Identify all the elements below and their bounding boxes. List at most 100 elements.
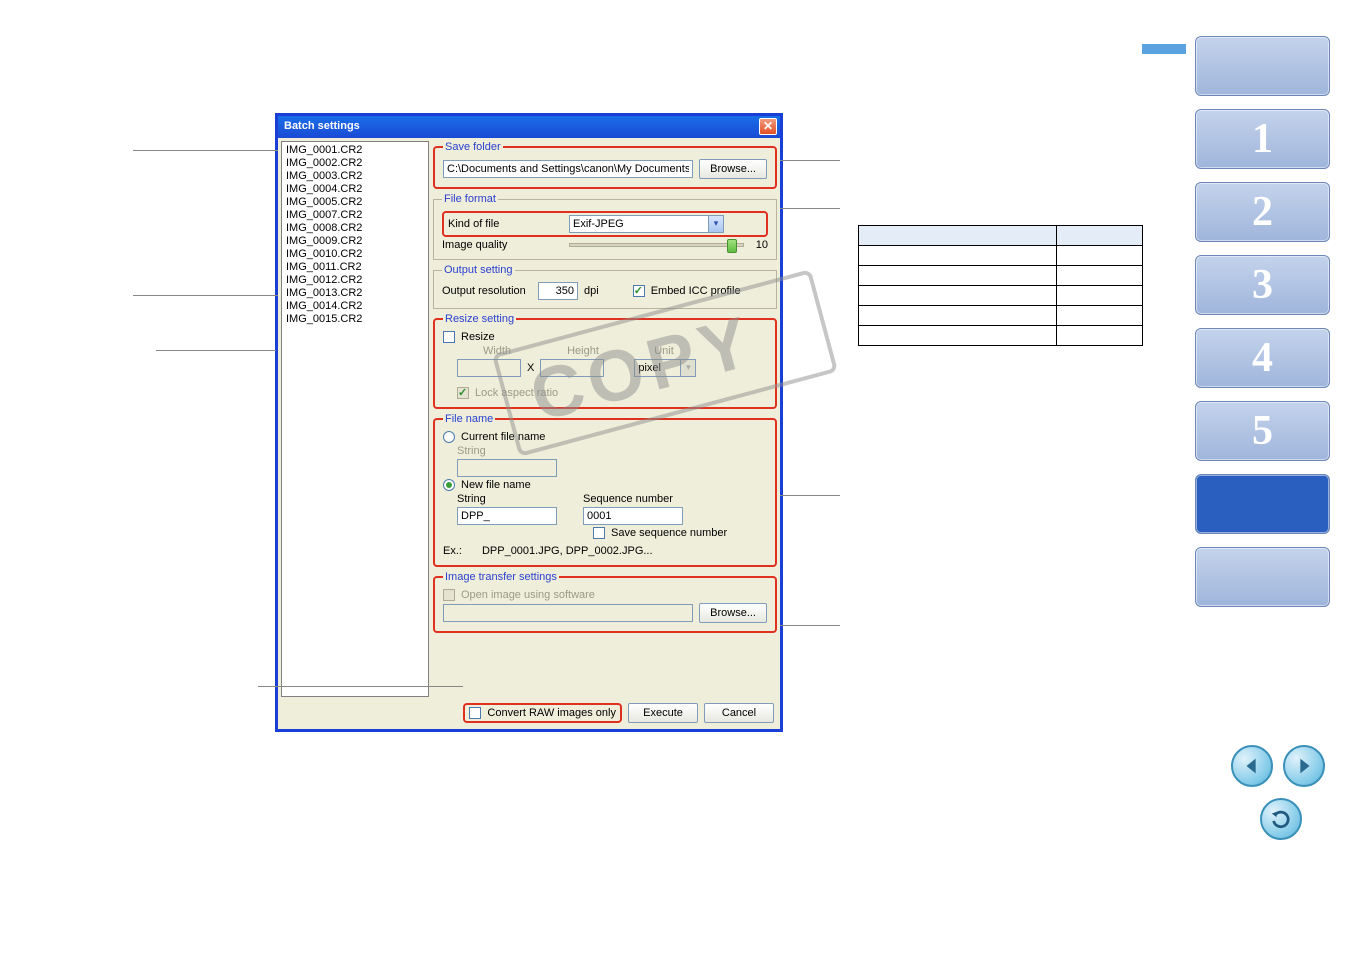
height-label: Height (543, 345, 623, 357)
software-path-input (443, 604, 693, 622)
file-list-item[interactable]: IMG_0013.CR2 (286, 287, 424, 300)
resize-checkbox[interactable] (443, 331, 455, 343)
execute-button[interactable]: Execute (628, 703, 698, 723)
x-label: X (527, 362, 534, 374)
example-value: DPP_0001.JPG, DPP_0002.JPG... (482, 545, 653, 557)
save-sequence-label: Save sequence number (611, 527, 727, 539)
prev-page-button[interactable] (1231, 745, 1273, 787)
width-label: Width (457, 345, 537, 357)
file-name-group: File name Current file name String New f… (433, 413, 777, 567)
file-list-item[interactable]: IMG_0009.CR2 (286, 235, 424, 248)
chapter-3-button[interactable]: 3 (1195, 255, 1330, 315)
file-format-group: File format Kind of file Exif-JPEG ▾ Ima… (433, 193, 777, 260)
lock-aspect-checkbox (457, 387, 469, 399)
image-transfer-legend: Image transfer settings (443, 571, 559, 583)
chapter-blank-button[interactable] (1195, 547, 1330, 607)
kind-of-file-label: Kind of file (448, 218, 563, 230)
file-list[interactable]: IMG_0001.CR2IMG_0002.CR2IMG_0003.CR2IMG_… (281, 141, 429, 697)
file-list-item[interactable]: IMG_0007.CR2 (286, 209, 424, 222)
leader-line (156, 350, 276, 351)
file-list-item[interactable]: IMG_0002.CR2 (286, 157, 424, 170)
image-quality-value: 10 (756, 239, 768, 251)
page-nav (1231, 745, 1325, 787)
browse-software-button[interactable]: Browse... (699, 603, 767, 623)
resize-setting-legend: Resize setting (443, 313, 516, 325)
file-list-item[interactable]: IMG_0010.CR2 (286, 248, 424, 261)
convert-raw-only-label: Convert RAW images only (487, 707, 616, 719)
file-list-item[interactable]: IMG_0001.CR2 (286, 144, 424, 157)
new-file-name-label: New file name (461, 479, 531, 491)
leader-line (780, 495, 840, 496)
file-list-item[interactable]: IMG_0014.CR2 (286, 300, 424, 313)
chapter-1-button[interactable]: 1 (1195, 109, 1330, 169)
leader-line (780, 160, 840, 161)
sequence-number-input[interactable] (583, 507, 683, 525)
dialog-title: Batch settings (284, 120, 360, 132)
leader-line (133, 295, 278, 296)
close-icon[interactable]: ✕ (759, 118, 777, 135)
image-quality-label: Image quality (442, 239, 557, 251)
sequence-number-label: Sequence number (583, 493, 673, 505)
current-file-name-label: Current file name (461, 431, 545, 443)
chevron-down-icon: ▾ (680, 360, 695, 376)
current-string-input (457, 459, 557, 477)
chapter-4-button[interactable]: 4 (1195, 328, 1330, 388)
chevron-down-icon: ▾ (708, 216, 723, 232)
callout-table (858, 225, 1143, 346)
unit-select: pixel ▾ (634, 359, 696, 377)
chapter-2-button[interactable]: 2 (1195, 182, 1330, 242)
next-page-button[interactable] (1283, 745, 1325, 787)
resize-label: Resize (461, 331, 495, 343)
new-file-name-radio[interactable] (443, 479, 455, 491)
convert-raw-only-checkbox[interactable] (469, 707, 481, 719)
save-folder-group: Save folder Browse... (433, 141, 777, 189)
image-quality-slider[interactable] (569, 243, 744, 247)
chapter-blank-button[interactable] (1195, 36, 1330, 96)
file-list-item[interactable]: IMG_0004.CR2 (286, 183, 424, 196)
browse-save-folder-button[interactable]: Browse... (699, 159, 767, 179)
output-setting-legend: Output setting (442, 264, 515, 276)
string-label-2: String (457, 493, 577, 505)
titlebar: Batch settings ✕ (278, 116, 780, 138)
resize-setting-group: Resize setting Resize Width Height Unit … (433, 313, 777, 409)
file-list-item[interactable]: IMG_0012.CR2 (286, 274, 424, 287)
file-list-item[interactable]: IMG_0011.CR2 (286, 261, 424, 274)
height-input (540, 359, 604, 377)
save-folder-path[interactable] (443, 160, 693, 178)
lock-aspect-label: Lock aspect ratio (475, 387, 558, 399)
leader-line (133, 150, 278, 151)
open-image-label: Open image using software (461, 589, 595, 601)
string-label-1: String (457, 445, 486, 457)
save-folder-legend: Save folder (443, 141, 503, 153)
embed-icc-checkbox[interactable] (633, 285, 645, 297)
output-setting-group: Output setting Output resolution dpi Emb… (433, 264, 777, 309)
file-list-item[interactable]: IMG_0015.CR2 (286, 313, 424, 326)
output-resolution-input[interactable] (538, 282, 578, 300)
image-transfer-group: Image transfer settings Open image using… (433, 571, 777, 633)
new-string-input[interactable] (457, 507, 557, 525)
file-list-item[interactable]: IMG_0003.CR2 (286, 170, 424, 183)
kind-of-file-value: Exif-JPEG (573, 218, 624, 230)
batch-settings-dialog: Batch settings ✕ IMG_0001.CR2IMG_0002.CR… (275, 113, 783, 732)
chapter-blank-button[interactable] (1195, 474, 1330, 534)
return-button[interactable] (1260, 798, 1302, 840)
open-image-checkbox[interactable] (443, 589, 455, 601)
chapter-nav: 1 2 3 4 5 (1195, 36, 1330, 620)
unit-label: Unit (629, 345, 699, 357)
leader-line (780, 208, 840, 209)
file-list-item[interactable]: IMG_0008.CR2 (286, 222, 424, 235)
embed-icc-label: Embed ICC profile (651, 285, 741, 297)
cancel-button[interactable]: Cancel (704, 703, 774, 723)
file-list-item[interactable]: IMG_0005.CR2 (286, 196, 424, 209)
file-format-legend: File format (442, 193, 498, 205)
kind-of-file-select[interactable]: Exif-JPEG ▾ (569, 215, 724, 233)
leader-line (258, 686, 463, 687)
chapter-5-button[interactable]: 5 (1195, 401, 1330, 461)
leader-line (780, 625, 840, 626)
current-file-name-radio[interactable] (443, 431, 455, 443)
save-sequence-checkbox[interactable] (593, 527, 605, 539)
example-label: Ex.: (443, 545, 462, 557)
accent-bar (1142, 44, 1186, 54)
file-name-legend: File name (443, 413, 495, 425)
unit-value: pixel (638, 362, 661, 374)
